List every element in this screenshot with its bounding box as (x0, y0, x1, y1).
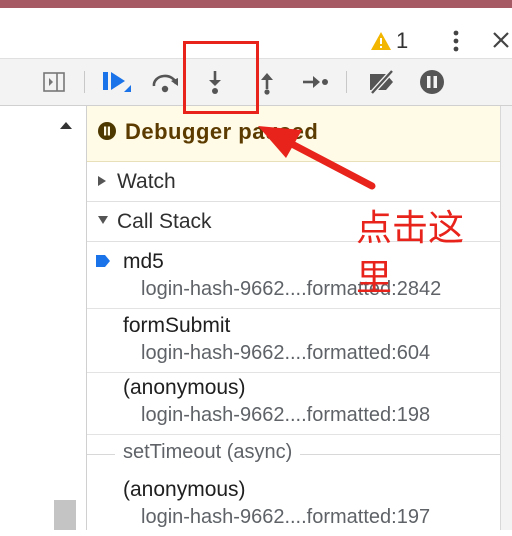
annotation-text: 点击这里 (356, 208, 465, 299)
